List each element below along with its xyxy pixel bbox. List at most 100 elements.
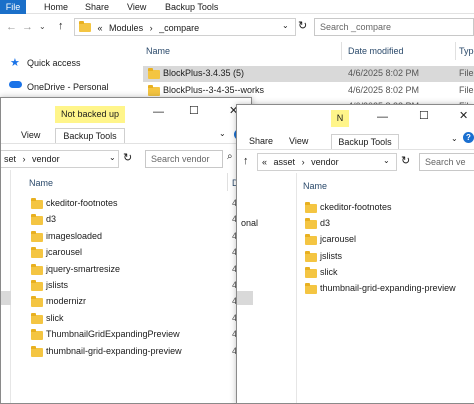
file-name[interactable]: imagesloaded <box>46 231 102 241</box>
search-input[interactable]: Search _compare <box>314 18 474 36</box>
file-name[interactable]: BlockPlus--3-4-35--works <box>163 85 264 95</box>
file-name[interactable]: jcarousel <box>46 247 82 257</box>
column-header-date-modified[interactable]: Date modified <box>348 46 404 56</box>
address-dropdown-icon[interactable]: ⌄ <box>109 153 116 162</box>
folder-icon <box>305 283 317 294</box>
nav-back-arrow-icon[interactable]: ← <box>6 21 17 33</box>
file-name[interactable]: jcarousel <box>320 234 356 244</box>
folder-icon <box>31 230 43 242</box>
address-overflow-chevrons[interactable]: « <box>262 157 267 167</box>
help-icon[interactable]: ? <box>463 132 474 143</box>
folder-icon <box>31 263 43 275</box>
minimize-icon[interactable]: — <box>377 111 388 123</box>
file-name[interactable]: jquery-smartresize <box>46 264 120 274</box>
file-name[interactable]: ckeditor-footnotes <box>320 202 392 212</box>
recent-locations-chevron-icon[interactable]: ⌄ <box>39 22 46 31</box>
file-name[interactable]: slick <box>320 267 338 277</box>
refresh-icon[interactable]: ↻ <box>298 19 307 32</box>
column-header-type[interactable]: Type <box>459 46 474 56</box>
tab-backup-tools[interactable]: Backup Tools <box>55 128 125 143</box>
address-separator-icon: › <box>301 157 305 167</box>
nav-forward-arrow-icon[interactable]: → <box>22 21 33 33</box>
tab-home[interactable]: Home <box>44 2 68 12</box>
onedrive-cloud-icon <box>9 81 22 88</box>
address-segment-modules[interactable]: Modules <box>109 23 143 33</box>
address-bar[interactable]: set › vendor <box>1 150 119 168</box>
tab-file[interactable]: File <box>0 0 26 14</box>
address-segment-set[interactable]: set <box>4 154 16 164</box>
ribbon-expand-chevron-icon[interactable]: ⌄ <box>451 134 458 143</box>
nav-onedrive-personal[interactable]: OneDrive - Personal <box>27 82 109 92</box>
address-dropdown-icon[interactable]: ⌄ <box>383 156 390 165</box>
not-backed-up-badge: N <box>331 110 349 127</box>
column-header-name[interactable]: Name <box>29 178 53 188</box>
folder-icon <box>31 198 43 209</box>
search-input[interactable]: Search vendor <box>145 150 223 168</box>
up-arrow-icon[interactable]: ↑ <box>58 20 64 32</box>
folder-icon <box>79 21 91 32</box>
tab-view[interactable]: View <box>21 130 40 140</box>
address-segment-vendor[interactable]: vendor <box>32 154 60 164</box>
file-type: File <box>459 68 474 78</box>
address-dropdown-icon[interactable]: ⌄ <box>282 21 289 30</box>
ribbon-divider <box>1 143 251 144</box>
navigation-pane <box>237 173 297 403</box>
file-name[interactable]: jslists <box>46 280 68 290</box>
maximize-icon[interactable]: ☐ <box>419 109 429 122</box>
file-name[interactable]: BlockPlus-3.4.35 (5) <box>163 68 244 78</box>
file-name[interactable]: slick <box>46 313 64 323</box>
folder-icon <box>31 280 43 291</box>
file-name[interactable]: thumbnail-grid-expanding-preview <box>320 283 456 293</box>
file-name[interactable]: modernizr <box>46 296 86 306</box>
nav-onedrive-personal-truncated[interactable]: onal <box>241 218 258 228</box>
address-overflow-chevrons[interactable]: « <box>98 23 103 33</box>
vendor-window-middle: Not backed up — ☐ ✕ View Backup Tools ⌄ … <box>0 97 252 404</box>
refresh-icon[interactable]: ↻ <box>401 154 410 167</box>
close-icon[interactable]: ✕ <box>459 109 468 122</box>
address-segment-compare[interactable]: _compare <box>159 23 199 33</box>
column-divider[interactable] <box>455 42 456 60</box>
file-name[interactable]: jslists <box>320 251 342 261</box>
file-name[interactable]: ThumbnailGridExpandingPreview <box>46 329 180 339</box>
address-separator-icon: › <box>22 154 26 164</box>
tab-share[interactable]: Share <box>249 136 273 146</box>
minimize-icon[interactable]: — <box>153 106 164 118</box>
folder-icon <box>305 250 317 262</box>
column-header-name[interactable]: Name <box>303 181 327 191</box>
ribbon-expand-chevron-icon[interactable]: ⌄ <box>219 129 226 138</box>
ribbon-tab-bar <box>0 0 474 14</box>
folder-icon <box>31 329 43 341</box>
maximize-icon[interactable]: ☐ <box>189 104 199 117</box>
vendor-window-front: N — ☐ ✕ Share View Backup Tools ⌄ ? ↑ « … <box>236 104 474 404</box>
file-name[interactable]: d3 <box>320 218 330 228</box>
up-arrow-icon[interactable]: ↑ <box>243 155 249 167</box>
address-segment-asset[interactable]: asset <box>274 157 296 167</box>
tab-view[interactable]: View <box>127 2 146 12</box>
folder-icon <box>31 312 43 324</box>
file-date: 4/6/2025 8:02 PM <box>348 68 420 78</box>
navigation-pane-selected-item[interactable] <box>237 291 253 305</box>
tab-view[interactable]: View <box>289 136 308 146</box>
tab-backup-tools[interactable]: Backup Tools <box>331 134 399 149</box>
address-bar[interactable]: « asset › vendor <box>257 153 397 171</box>
nav-quick-access[interactable]: Quick access <box>27 58 81 68</box>
search-icon[interactable]: ⌕ <box>227 151 233 162</box>
column-divider[interactable] <box>341 42 342 60</box>
file-name[interactable]: thumbnail-grid-expanding-preview <box>46 346 182 356</box>
file-name[interactable]: ckeditor-footnotes <box>46 198 118 208</box>
address-bar[interactable]: « Modules › _compare <box>74 18 296 36</box>
address-segment-vendor[interactable]: vendor <box>311 157 339 167</box>
tab-share[interactable]: Share <box>85 2 109 12</box>
column-header-name[interactable]: Name <box>146 46 170 56</box>
not-backed-up-badge: Not backed up <box>55 106 125 123</box>
quick-access-star-icon: ★ <box>10 57 20 69</box>
search-input[interactable]: Search ve <box>419 153 474 171</box>
tab-backup-tools[interactable]: Backup Tools <box>165 2 218 12</box>
folder-icon <box>31 247 43 259</box>
column-divider[interactable] <box>227 173 228 191</box>
file-type: File <box>459 85 474 95</box>
file-name[interactable]: d3 <box>46 214 56 224</box>
folder-icon <box>305 202 317 213</box>
refresh-icon[interactable]: ↻ <box>123 151 132 164</box>
navigation-pane-selected-item[interactable] <box>1 291 11 305</box>
